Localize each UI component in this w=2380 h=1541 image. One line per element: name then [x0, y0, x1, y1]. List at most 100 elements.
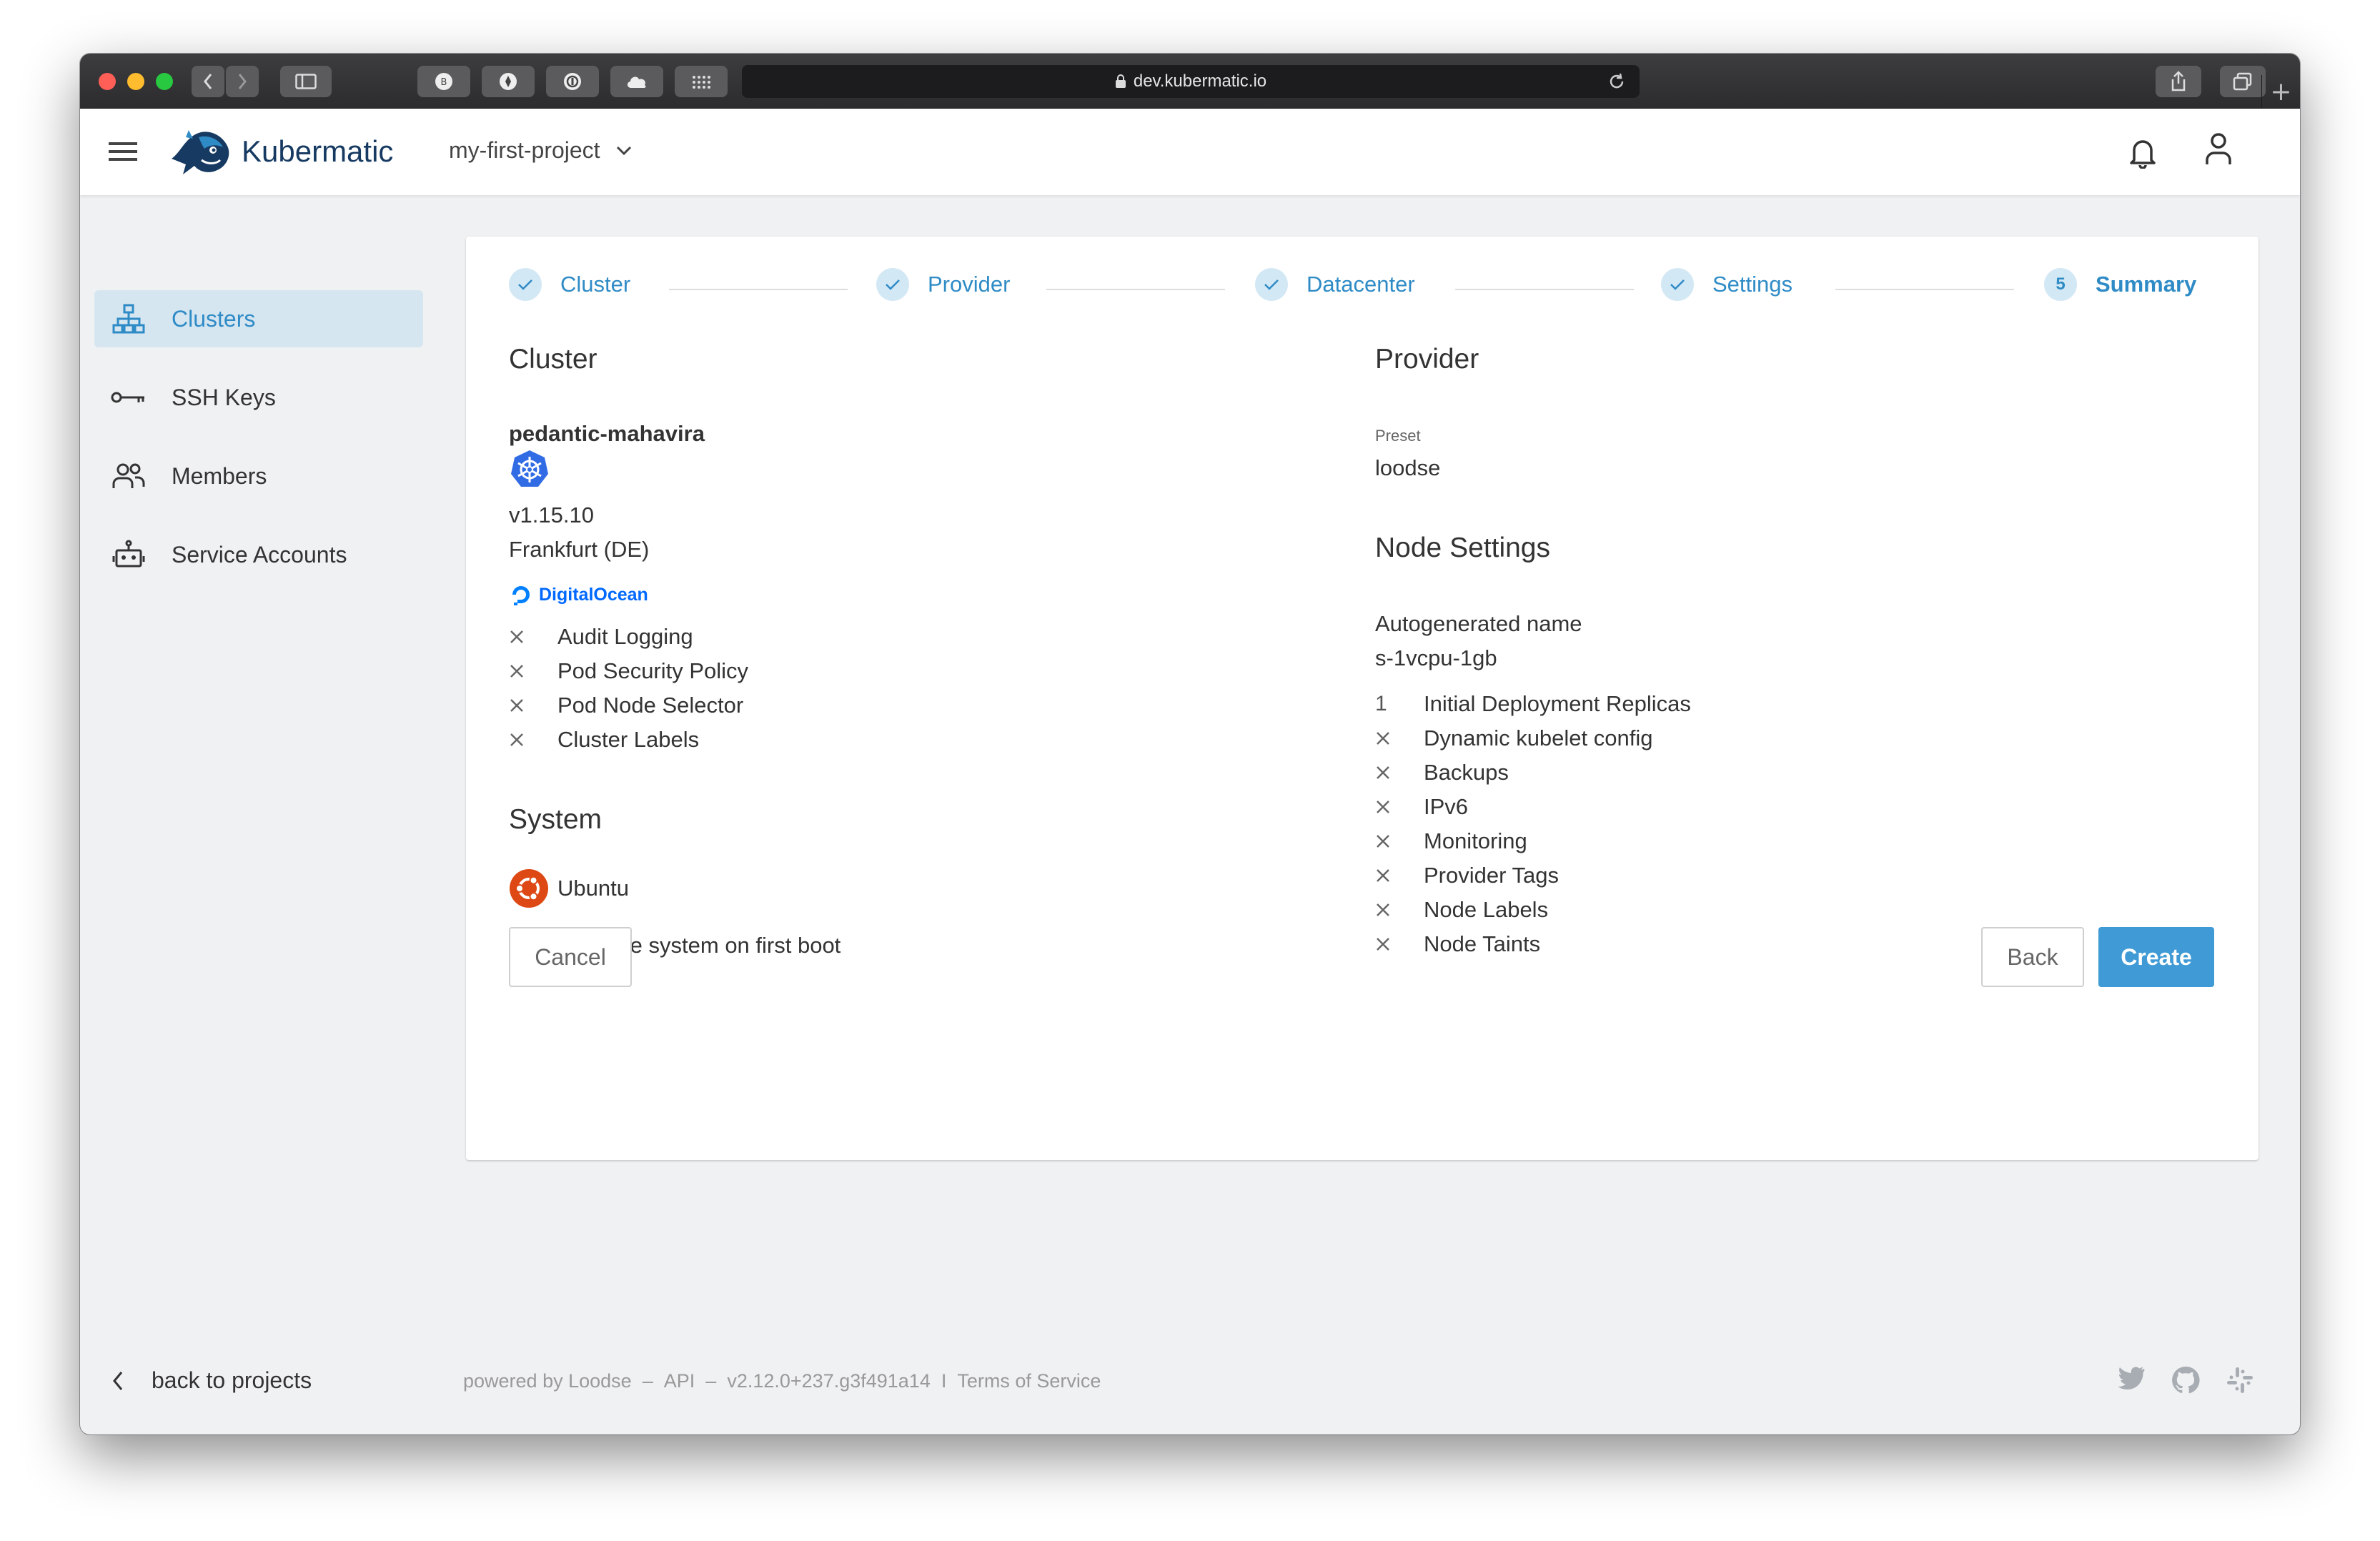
browser-toolbar: B dev.kubermatic.io +	[80, 54, 2300, 109]
key-icon	[107, 390, 150, 405]
list-item: Node Taints	[1375, 927, 1947, 961]
url-text: dev.kubermatic.io	[1133, 71, 1267, 91]
sidebar-item-clusters[interactable]: Clusters	[94, 290, 423, 347]
list-item: Audit Logging	[509, 620, 938, 654]
option-label: IPv6	[1424, 794, 1469, 819]
list-item: Backups	[1375, 755, 1947, 790]
new-tab-button[interactable]: +	[2261, 75, 2300, 109]
sidebar-item-label: SSH Keys	[172, 384, 276, 410]
list-item: Monitoring	[1375, 824, 1947, 858]
chevron-right-icon	[238, 74, 247, 89]
browser-forward-button[interactable]	[226, 66, 259, 97]
maximize-window-button[interactable]	[156, 73, 173, 90]
close-icon	[1377, 903, 1389, 916]
share-button[interactable]	[2156, 66, 2201, 97]
footer-separator: –	[642, 1370, 653, 1392]
tabs-overview-button[interactable]	[2220, 66, 2266, 97]
close-icon	[1377, 801, 1389, 813]
clusters-icon	[107, 304, 150, 334]
cluster-name: pedantic-mahavira	[509, 421, 705, 446]
share-icon	[2171, 71, 2186, 91]
step-label: Datacenter	[1306, 272, 1415, 297]
close-icon	[1377, 732, 1389, 745]
github-icon[interactable]	[2171, 1366, 2200, 1394]
step-cluster[interactable]: Cluster	[509, 268, 630, 301]
digitalocean-logo: DigitalOcean	[509, 583, 648, 607]
sidebar-item-label: Clusters	[172, 305, 256, 332]
close-icon	[510, 699, 523, 712]
brand-name[interactable]: Kubermatic	[242, 134, 393, 169]
cancel-button[interactable]: Cancel	[509, 927, 632, 987]
twitter-icon[interactable]	[2117, 1366, 2146, 1390]
step-number-badge: 5	[2044, 268, 2077, 301]
chevron-down-icon	[616, 146, 631, 155]
extension-button-3[interactable]	[546, 66, 599, 97]
close-icon	[1377, 869, 1389, 882]
minimize-window-button[interactable]	[127, 73, 144, 90]
option-label: Provider Tags	[1424, 863, 1559, 888]
back-to-projects-link[interactable]: back to projects	[111, 1367, 312, 1394]
replicas-count: 1	[1375, 692, 1387, 715]
project-selector[interactable]: my-first-project	[449, 137, 632, 164]
node-name-label: Autogenerated name	[1375, 611, 1582, 636]
footer-separator	[946, 1370, 957, 1392]
user-account-icon[interactable]	[2204, 132, 2233, 167]
footer-separator: –	[705, 1370, 717, 1392]
extension-button-5[interactable]	[675, 66, 728, 97]
back-to-projects-label: back to projects	[152, 1367, 312, 1393]
step-provider[interactable]: Provider	[876, 268, 1010, 301]
step-label: Summary	[2096, 272, 2197, 297]
step-datacenter[interactable]: Datacenter	[1255, 268, 1415, 301]
back-button[interactable]: Back	[1981, 927, 2084, 987]
extension-button-2[interactable]	[482, 66, 535, 97]
sidebar-item-label: Service Accounts	[172, 541, 347, 568]
option-label: Monitoring	[1424, 828, 1527, 853]
kubernetes-version: v1.15.10	[509, 502, 594, 527]
extension-icon	[500, 73, 517, 90]
option-label: Node Labels	[1424, 897, 1549, 922]
close-window-button[interactable]	[99, 73, 116, 90]
node-settings-section-title: Node Settings	[1375, 532, 1550, 563]
browser-back-button[interactable]	[192, 66, 224, 97]
extension-button-4[interactable]	[610, 66, 663, 97]
step-summary[interactable]: 5 Summary	[2044, 268, 2196, 301]
extension-button-1[interactable]: B	[417, 66, 470, 97]
sidebar-item-members[interactable]: Members	[94, 447, 423, 505]
version-text: v2.12.0+237.g3f491a14	[727, 1370, 931, 1392]
datacenter-location: Frankfurt (DE)	[509, 537, 650, 562]
list-item: Pod Node Selector	[509, 688, 938, 723]
check-icon	[1661, 268, 1694, 301]
option-label: Pod Security Policy	[557, 658, 749, 683]
bell-icon[interactable]	[2128, 134, 2157, 169]
os-row: Ubuntu	[509, 868, 629, 908]
tabs-icon	[2233, 72, 2252, 91]
sidebar-item-service-accounts[interactable]: Service Accounts	[94, 526, 423, 583]
footer-separator	[931, 1370, 941, 1392]
footer-separator	[632, 1370, 643, 1392]
step-connector	[669, 289, 848, 290]
option-label: Node Taints	[1424, 931, 1541, 956]
kubermatic-logo-icon[interactable]	[167, 124, 233, 180]
app-header: Kubermatic my-first-project	[80, 109, 2300, 195]
social-links	[2117, 1366, 2254, 1394]
sidebar-toggle-button[interactable]	[280, 66, 332, 97]
create-button[interactable]: Create	[2098, 927, 2214, 987]
wizard-stepper: Cluster Provider Datacenter Settings 5 S…	[466, 237, 2258, 344]
step-settings[interactable]: Settings	[1661, 268, 1793, 301]
option-label: Audit Logging	[557, 624, 693, 649]
sidebar-item-ssh-keys[interactable]: SSH Keys	[94, 369, 423, 426]
step-connector	[1455, 289, 1634, 290]
plus-icon: +	[2270, 77, 2292, 106]
step-label: Settings	[1712, 272, 1793, 297]
cluster-wizard-card: Cluster Provider Datacenter Settings 5 S…	[466, 237, 2258, 1160]
close-icon	[510, 665, 523, 678]
terms-of-service-link[interactable]: Terms of Service	[957, 1370, 1101, 1392]
reload-icon[interactable]	[1607, 71, 1627, 91]
slack-icon[interactable]	[2226, 1366, 2254, 1394]
powered-by-link[interactable]: powered by Loodse	[463, 1370, 632, 1392]
chevron-left-icon	[113, 1371, 123, 1390]
api-link[interactable]: API	[664, 1370, 695, 1392]
list-item: IPv6	[1375, 790, 1947, 824]
hamburger-menu-icon[interactable]	[109, 142, 137, 162]
address-bar[interactable]: dev.kubermatic.io	[742, 65, 1640, 98]
